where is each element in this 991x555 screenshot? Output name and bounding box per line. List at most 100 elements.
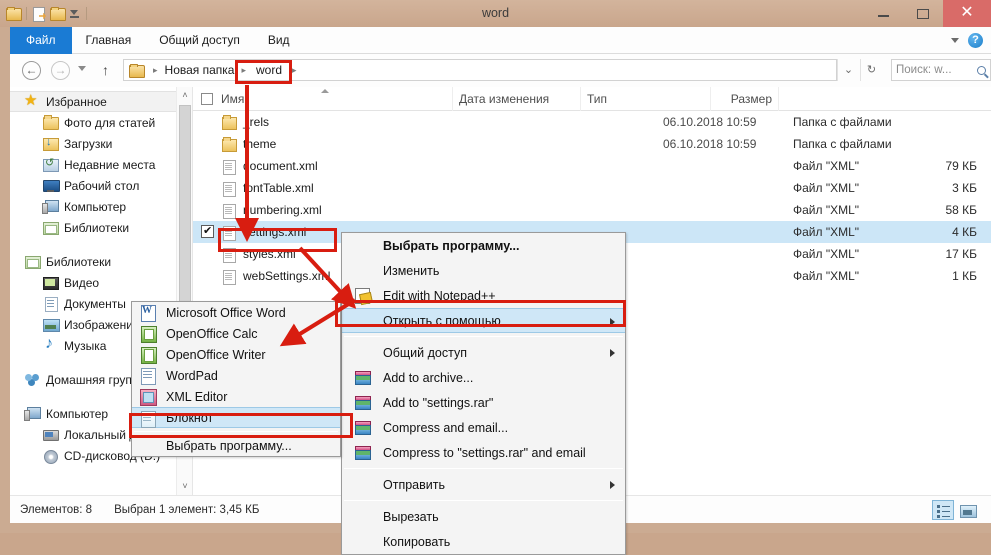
sidebar-item-libraries[interactable]: Библиотеки [10, 251, 192, 272]
tab-share[interactable]: Общий доступ [145, 27, 254, 54]
tab-home[interactable]: Главная [72, 27, 146, 54]
xml-file-icon [221, 269, 237, 285]
menu-item-compress-and-email[interactable]: Compress and email... [342, 415, 625, 440]
file-name-cell[interactable]: styles.xml [221, 247, 296, 263]
file-name-cell[interactable]: theme [221, 136, 276, 152]
back-button[interactable]: ← [22, 61, 41, 80]
table-row[interactable]: numbering.xml Файл "XML" 58 КБ [193, 199, 991, 221]
sidebar-item-video[interactable]: Видео [10, 272, 192, 293]
sidebar-item-downloads[interactable]: Загрузки [10, 133, 192, 154]
table-row[interactable]: _rels 06.10.2018 10:59 Папка с файлами [193, 111, 991, 133]
sidebar-item-computer[interactable]: Компьютер [10, 196, 192, 217]
menu-item-label: Отправить [383, 477, 445, 492]
large-icons-view-icon[interactable] [957, 500, 979, 520]
scroll-up-icon[interactable]: ˄ [177, 87, 192, 104]
documents-icon [42, 296, 59, 312]
file-name-cell[interactable]: document.xml [221, 159, 318, 175]
sidebar-item-label: Музыка [64, 338, 107, 353]
menu-item-add-to-archive[interactable]: Add to archive... [342, 365, 625, 390]
file-type: Файл "XML" [793, 269, 860, 283]
menu-item-add-to-settings-rar[interactable]: Add to "settings.rar" [342, 390, 625, 415]
submenu-arrow-icon [610, 349, 615, 357]
menu-item-edit[interactable]: Изменить [342, 258, 625, 283]
ribbon-tabs-bar: Файл Главная Общий доступ Вид ? [10, 27, 991, 54]
row-checkbox[interactable] [201, 224, 214, 238]
menu-item-open-with[interactable]: Открыть с помощью [342, 308, 625, 333]
menu-item-choose-program[interactable]: Выбрать программу... [342, 233, 625, 258]
file-size: 3 КБ [952, 181, 977, 195]
sidebar-item-recent-places[interactable]: Недавние места [10, 154, 192, 175]
submenu-item-label: WordPad [166, 368, 218, 383]
submenu-item-xml-editor[interactable]: XML Editor [132, 386, 340, 407]
recent-places-icon [42, 156, 59, 172]
column-header-date[interactable]: Дата изменения [453, 87, 581, 111]
breadcrumb-item-new-folder[interactable]: Новая папка [163, 63, 237, 77]
column-header-name[interactable]: Имя [193, 87, 453, 111]
maximize-button[interactable] [903, 0, 943, 27]
file-date: 06.10.2018 10:59 [663, 115, 757, 129]
menu-item-share[interactable]: Общий доступ [342, 340, 625, 365]
file-explorer-window: word ✕ Файл Главная Общий доступ Вид ? ←… [0, 0, 991, 555]
openoffice-writer-icon [139, 346, 157, 364]
file-name: webSettings.xml [243, 269, 331, 283]
notepad-icon [139, 410, 157, 428]
menu-item-edit-with-notepadpp[interactable]: Edit with Notepad++ [342, 283, 625, 308]
file-size: 4 КБ [952, 225, 977, 239]
file-name-cell[interactable]: webSettings.xml [221, 269, 331, 285]
music-icon [42, 335, 59, 353]
menu-item-compress-to-rar-and-email[interactable]: Compress to "settings.rar" and email [342, 440, 625, 465]
column-header-size[interactable]: Размер [711, 87, 779, 111]
folder-icon [42, 115, 59, 130]
window-title: word [481, 6, 510, 20]
table-row[interactable]: fontTable.xml Файл "XML" 3 КБ [193, 177, 991, 199]
up-button[interactable]: ↑ [102, 62, 109, 78]
submenu-item-label: XML Editor [166, 389, 228, 404]
submenu-item-wordpad[interactable]: WordPad [132, 365, 340, 386]
minimize-button[interactable] [863, 0, 903, 27]
sidebar-item-libraries-fav[interactable]: Библиотеки [10, 217, 192, 238]
sidebar-item-favorites[interactable]: Избранное [10, 91, 190, 112]
file-type: Файл "XML" [793, 247, 860, 261]
submenu-item-openoffice-calc[interactable]: OpenOffice Calc [132, 323, 340, 344]
breadcrumb-item-word[interactable]: word [251, 62, 287, 78]
help-icon[interactable]: ? [968, 33, 983, 48]
breadcrumb[interactable]: ▸ Новая папка ▸ word ▸ [123, 59, 837, 81]
file-name-cell[interactable]: fontTable.xml [221, 181, 314, 197]
table-row[interactable]: document.xml Файл "XML" 79 КБ [193, 155, 991, 177]
file-name-cell[interactable]: settings.xml [221, 225, 306, 241]
context-menu[interactable]: Выбрать программу... Изменить Edit with … [341, 232, 626, 555]
table-row[interactable]: theme 06.10.2018 10:59 Папка с файлами [193, 133, 991, 155]
file-name: _rels [243, 115, 270, 129]
open-with-submenu[interactable]: Microsoft Office Word OpenOffice Calc Op… [131, 301, 341, 457]
tab-view[interactable]: Вид [254, 27, 304, 54]
sidebar-item-label: Библиотеки [64, 220, 130, 235]
recent-locations-icon[interactable] [78, 66, 86, 71]
close-button[interactable]: ✕ [943, 0, 991, 27]
forward-button[interactable]: → [51, 61, 70, 80]
tab-file[interactable]: Файл [10, 27, 72, 54]
file-date: 06.10.2018 10:59 [663, 137, 757, 151]
ribbon-tabs: Файл Главная Общий доступ Вид [10, 27, 304, 54]
menu-separator [344, 336, 623, 337]
file-name-cell[interactable]: numbering.xml [221, 203, 322, 219]
submenu-item-notepad[interactable]: Блокнот [132, 407, 340, 428]
expand-ribbon-icon[interactable] [951, 38, 959, 43]
address-dropdown-icon[interactable]: ⌄ [837, 59, 859, 81]
search-input[interactable]: Поиск: w... [891, 59, 991, 81]
refresh-icon[interactable]: ↻ [860, 59, 882, 81]
cd-drive-icon [42, 448, 59, 464]
column-header-type[interactable]: Тип [581, 87, 711, 111]
menu-item-cut[interactable]: Вырезать [342, 504, 625, 529]
submenu-item-microsoft-office-word[interactable]: Microsoft Office Word [132, 302, 340, 323]
scroll-down-icon[interactable]: ˅ [177, 478, 192, 495]
search-icon [977, 65, 986, 75]
sidebar-item-desktop[interactable]: Рабочий стол [10, 175, 192, 196]
menu-item-send-to[interactable]: Отправить [342, 472, 625, 497]
details-view-icon[interactable] [932, 499, 954, 520]
sidebar-item-photos[interactable]: Фото для статей [10, 112, 192, 133]
scrollbar-thumb[interactable] [179, 105, 191, 333]
file-name-cell[interactable]: _rels [221, 114, 270, 130]
libraries-icon [24, 254, 41, 269]
submenu-item-choose-program[interactable]: Выбрать программу... [132, 435, 340, 456]
submenu-item-openoffice-writer[interactable]: OpenOffice Writer [132, 344, 340, 365]
